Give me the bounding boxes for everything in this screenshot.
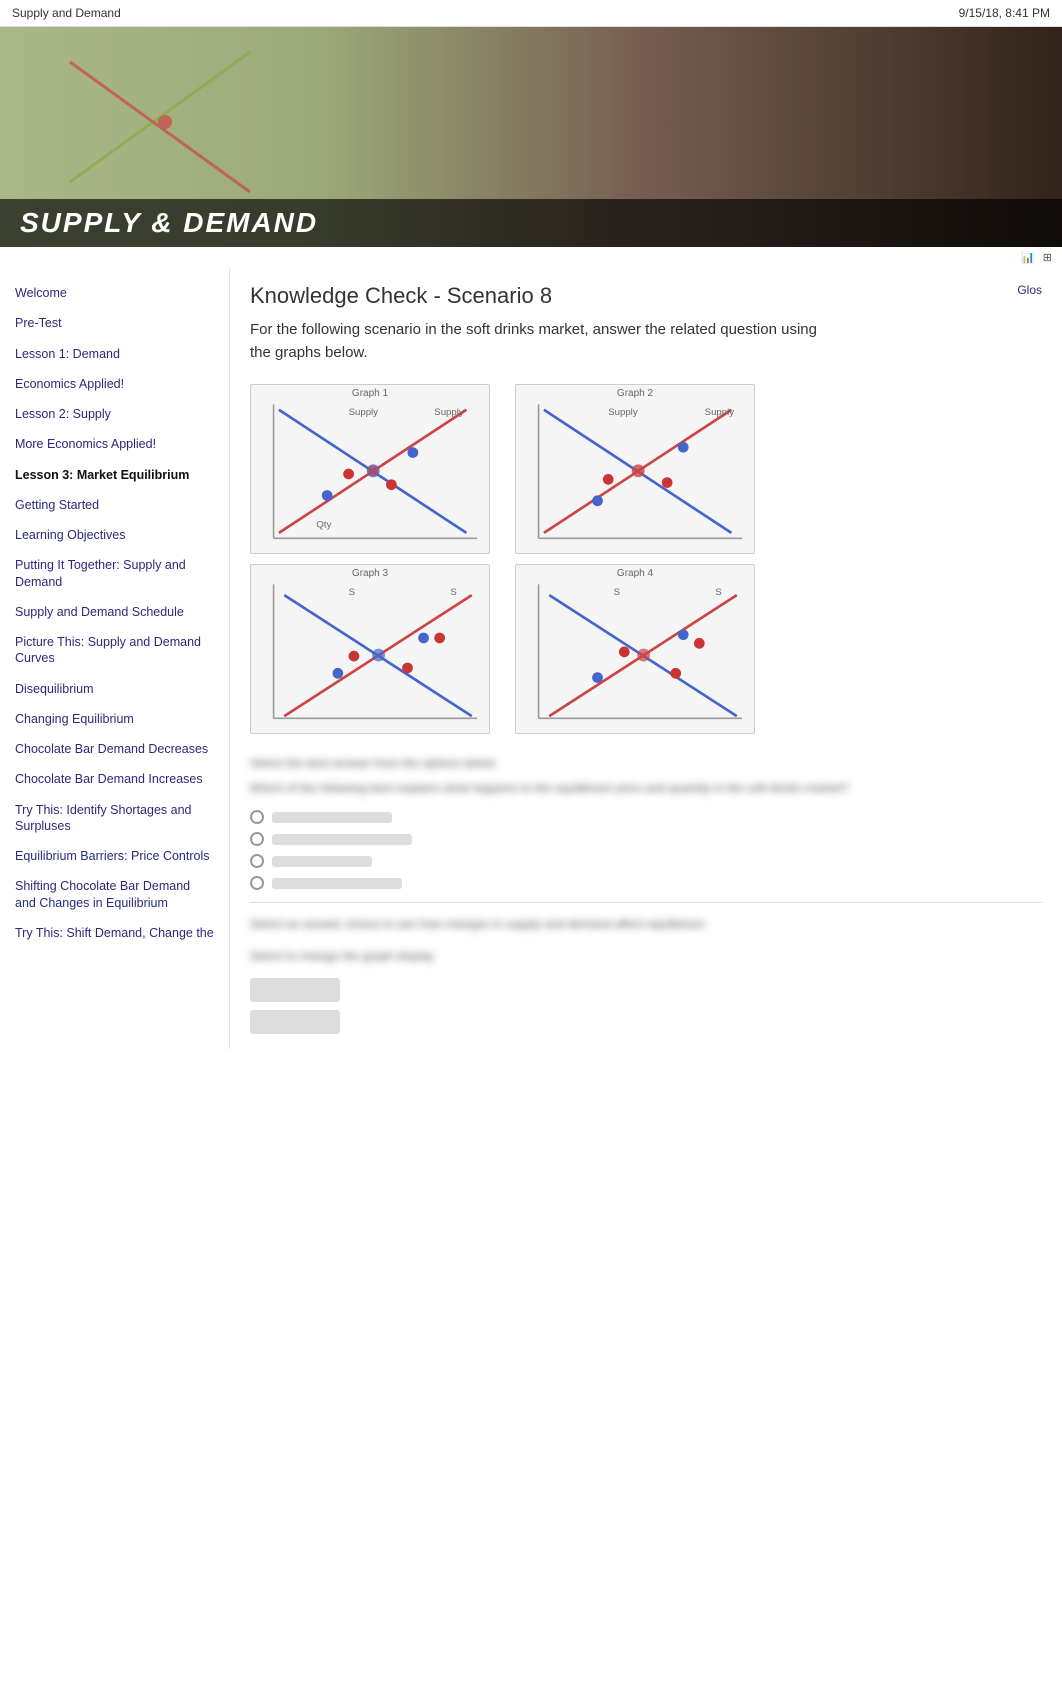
sidebar-item-pretest[interactable]: Pre-Test [15, 308, 214, 338]
sidebar: Welcome Pre-Test Lesson 1: Demand Econom… [0, 268, 230, 1049]
graph-4-svg: S S [516, 579, 754, 729]
datetime: 9/15/18, 8:41 PM [959, 6, 1050, 20]
graphs-grid: Graph 1 Supply Supply Qty [250, 384, 770, 734]
radio-label-1 [272, 812, 392, 823]
question-line-1: Select the best answer from the options … [250, 754, 1042, 773]
bottom-section: Select an answer choice to see how chang… [250, 915, 1042, 934]
graph-2: Graph 2 Supply Supply [515, 384, 755, 554]
sidebar-item-picture-this[interactable]: Picture This: Supply and Demand Curves [15, 627, 214, 674]
sidebar-item-getting-started[interactable]: Getting Started [15, 490, 214, 520]
radio-option-2[interactable] [250, 832, 1042, 846]
sidebar-item-welcome[interactable]: Welcome [15, 278, 214, 308]
graph-1: Graph 1 Supply Supply Qty [250, 384, 490, 554]
radio-2[interactable] [250, 832, 264, 846]
chart-icon[interactable]: 📊 [1021, 251, 1035, 264]
svg-text:S: S [349, 587, 355, 598]
sidebar-item-economics2[interactable]: More Economics Applied! [15, 429, 214, 459]
btn-2[interactable] [250, 1010, 340, 1034]
glos-link[interactable]: Glos [1017, 283, 1042, 297]
question-section: Select the best answer from the options … [250, 754, 1042, 798]
graph-3-label: Graph 3 [251, 565, 489, 579]
content-area: Welcome Pre-Test Lesson 1: Demand Econom… [0, 268, 1062, 1049]
scenario-text: For the following scenario in the soft d… [250, 319, 830, 364]
banner-graph-left [60, 42, 260, 202]
expand-icon[interactable]: ⊞ [1043, 251, 1052, 264]
svg-text:Supply: Supply [349, 407, 379, 418]
graph-1-svg: Supply Supply Qty [251, 399, 489, 549]
section-label-section: Select to change the graph display [250, 947, 1042, 966]
svg-text:Supply: Supply [434, 407, 464, 418]
svg-text:Supply: Supply [608, 407, 638, 418]
sidebar-item-changing-equilibrium[interactable]: Changing Equilibrium [15, 704, 214, 734]
svg-text:S: S [614, 587, 620, 598]
radio-label-3 [272, 856, 372, 867]
banner: SUPPLY & DEMAND [0, 27, 1062, 247]
radio-3[interactable] [250, 854, 264, 868]
sidebar-item-supply-demand-schedule[interactable]: Supply and Demand Schedule [15, 597, 214, 627]
graph-2-svg: Supply Supply [516, 399, 754, 549]
sidebar-item-lesson1[interactable]: Lesson 1: Demand [15, 339, 214, 369]
banner-title: SUPPLY & DEMAND [0, 199, 1062, 247]
section-divider-1 [250, 902, 1042, 903]
radio-label-4 [272, 878, 402, 889]
icons-row: 📊 ⊞ [0, 247, 1062, 268]
sidebar-item-price-controls[interactable]: Equilibrium Barriers: Price Controls [15, 841, 214, 871]
graph-3: Graph 3 S S [250, 564, 490, 734]
radio-option-3[interactable] [250, 854, 1042, 868]
sidebar-item-disequilibrium[interactable]: Disequilibrium [15, 674, 214, 704]
radio-1[interactable] [250, 810, 264, 824]
btn-1[interactable] [250, 978, 340, 1002]
sidebar-item-choc-demand-decreases[interactable]: Chocolate Bar Demand Decreases [15, 734, 214, 764]
page-title: Knowledge Check - Scenario 8 [250, 283, 552, 309]
graph-4-label: Graph 4 [516, 565, 754, 579]
sidebar-item-putting-together[interactable]: Putting It Together: Supply and Demand [15, 550, 214, 597]
radio-options [250, 810, 1042, 890]
svg-text:S: S [715, 587, 721, 598]
sidebar-item-learning-objectives[interactable]: Learning Objectives [15, 520, 214, 550]
sidebar-item-lesson2[interactable]: Lesson 2: Supply [15, 399, 214, 429]
svg-text:Qty: Qty [316, 520, 331, 531]
sidebar-item-identify-shortages[interactable]: Try This: Identify Shortages and Surplus… [15, 795, 214, 842]
sidebar-item-shifting-choc[interactable]: Shifting Chocolate Bar Demand and Change… [15, 871, 214, 918]
svg-text:Supply: Supply [705, 407, 735, 418]
sidebar-item-lesson3[interactable]: Lesson 3: Market Equilibrium [15, 460, 214, 490]
sidebar-item-choc-demand-increases[interactable]: Chocolate Bar Demand Increases [15, 764, 214, 794]
section-label: Select to change the graph display [250, 947, 1042, 966]
main-content: Knowledge Check - Scenario 8 Glos For th… [230, 268, 1062, 1049]
main-header: Knowledge Check - Scenario 8 Glos [250, 283, 1042, 309]
sidebar-item-shift-demand[interactable]: Try This: Shift Demand, Change the [15, 918, 214, 948]
radio-option-1[interactable] [250, 810, 1042, 824]
sidebar-item-economics1[interactable]: Economics Applied! [15, 369, 214, 399]
top-bar: Supply and Demand 9/15/18, 8:41 PM [0, 0, 1062, 27]
question-line-2: Which of the following best explains wha… [250, 779, 1042, 798]
svg-text:S: S [450, 587, 456, 598]
button-group [250, 978, 1042, 1034]
graph-4: Graph 4 S S [515, 564, 755, 734]
radio-option-4[interactable] [250, 876, 1042, 890]
bottom-text-1: Select an answer choice to see how chang… [250, 915, 1042, 934]
app-title: Supply and Demand [12, 6, 121, 20]
graph-3-svg: S S [251, 579, 489, 729]
graph-2-label: Graph 2 [516, 385, 754, 399]
radio-4[interactable] [250, 876, 264, 890]
graph-1-label: Graph 1 [251, 385, 489, 399]
radio-label-2 [272, 834, 412, 845]
